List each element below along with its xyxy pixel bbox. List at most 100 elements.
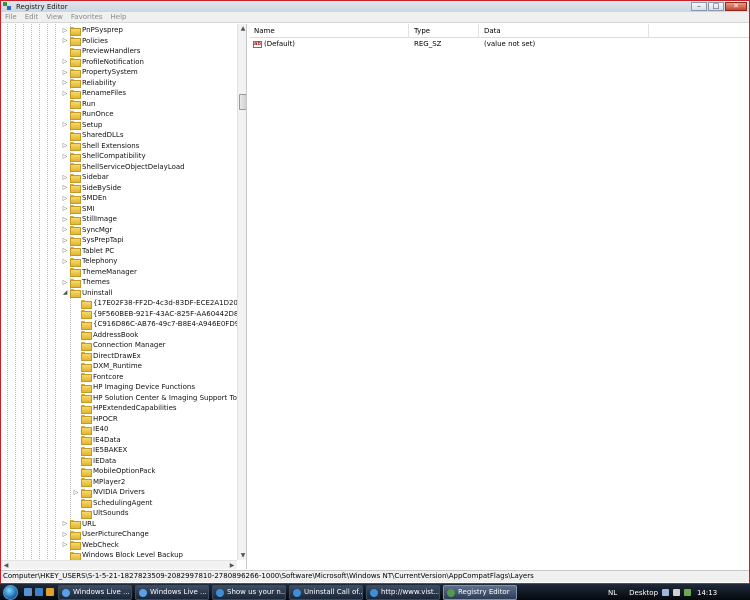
tree-item[interactable]: MobileOptionPack [73, 466, 155, 477]
show-desktop-icon[interactable] [24, 588, 32, 596]
tree-item[interactable]: ▷ ProfileNotification [62, 57, 144, 68]
expand-arrow-icon[interactable]: ▷ [62, 69, 68, 76]
expand-arrow-icon[interactable]: ▷ [73, 489, 79, 496]
expand-arrow-icon[interactable]: ▷ [62, 142, 68, 149]
tree-item[interactable]: IEData [73, 456, 116, 467]
tree-item[interactable]: UltSounds [73, 508, 129, 519]
tree-item[interactable]: ▷ URL [62, 519, 96, 530]
tree-item[interactable]: ▷ Themes [62, 277, 110, 288]
tree-item[interactable]: ▷ StillImage [62, 214, 117, 225]
tree-item[interactable]: {9F560BEB-921F-43AC-825F-AA60442D8DE4} [73, 309, 246, 320]
column-data[interactable]: Data [479, 24, 649, 38]
language-indicator[interactable]: NL [608, 589, 617, 597]
value-row[interactable]: ab (Default) REG_SZ (value not set) [249, 39, 749, 50]
expand-arrow-icon[interactable] [62, 48, 68, 55]
expand-arrow-icon[interactable]: ▷ [62, 184, 68, 191]
expand-arrow-icon[interactable]: ▷ [62, 258, 68, 265]
expand-arrow-icon[interactable]: ▷ [62, 121, 68, 128]
expand-arrow-icon[interactable]: ▷ [62, 531, 68, 538]
tree-item[interactable]: ▷ Tablet PC [62, 246, 114, 257]
expand-arrow-icon[interactable]: ▷ [62, 237, 68, 244]
expand-arrow-icon[interactable]: ▷ [62, 520, 68, 527]
tree-item[interactable]: Connection Manager [73, 340, 166, 351]
expand-arrow-icon[interactable] [73, 373, 79, 380]
taskbar-button[interactable]: Windows Live ... [58, 585, 132, 600]
expand-arrow-icon[interactable]: ▷ [62, 90, 68, 97]
expand-arrow-icon[interactable]: ◢ [62, 289, 68, 296]
tree-item[interactable]: ▷ Sidebar [62, 172, 109, 183]
taskbar-button[interactable]: Windows Live ... [135, 585, 209, 600]
values-pane[interactable]: Name Type Data ab (Default) REG_SZ (valu… [249, 24, 749, 569]
tree-item[interactable]: Windows Block Level Backup [62, 550, 183, 561]
expand-arrow-icon[interactable]: ▷ [62, 195, 68, 202]
column-name[interactable]: Name [249, 24, 409, 38]
expand-arrow-icon[interactable] [62, 552, 68, 559]
tree-horizontal-scrollbar[interactable]: ◀ ▶ [1, 560, 237, 569]
tree-item[interactable]: ▷ SysPrepTapi [62, 235, 124, 246]
tree-item[interactable]: ▷ PropertySystem [62, 67, 138, 78]
tree-item[interactable]: ▷ Reliability [62, 78, 116, 89]
minimize-button[interactable]: – [691, 2, 707, 11]
tree-item[interactable]: ◢ Uninstall [62, 288, 113, 299]
expand-arrow-icon[interactable]: ▷ [62, 247, 68, 254]
tree-item[interactable]: ▷ NVIDIA Drivers [73, 487, 145, 498]
expand-arrow-icon[interactable] [73, 342, 79, 349]
tree-item[interactable]: ShellServiceObjectDelayLoad [62, 162, 185, 173]
expand-arrow-icon[interactable]: ▷ [62, 216, 68, 223]
tree-item[interactable]: ▷ PnPSysprep [62, 25, 123, 36]
expand-arrow-icon[interactable] [62, 111, 68, 118]
scroll-right-arrow[interactable]: ▶ [227, 561, 237, 569]
expand-arrow-icon[interactable] [73, 468, 79, 475]
tree-item[interactable]: ▷ Telephony [62, 256, 117, 267]
expand-arrow-icon[interactable]: ▷ [62, 27, 68, 34]
expand-arrow-icon[interactable] [62, 268, 68, 275]
scroll-down-arrow[interactable]: ▼ [238, 551, 246, 560]
expand-arrow-icon[interactable]: ▷ [62, 205, 68, 212]
expand-arrow-icon[interactable]: ▷ [62, 279, 68, 286]
menu-help[interactable]: Help [107, 13, 131, 21]
expand-arrow-icon[interactable] [73, 394, 79, 401]
expand-arrow-icon[interactable] [62, 163, 68, 170]
tree-item[interactable]: MPlayer2 [73, 477, 125, 488]
scroll-thumb[interactable] [239, 94, 246, 110]
tree-item[interactable]: IE5BAKEX [73, 445, 127, 456]
tree-item[interactable]: ▷ SyncMgr [62, 225, 112, 236]
browser-icon[interactable] [35, 588, 43, 596]
expand-arrow-icon[interactable]: ▷ [62, 226, 68, 233]
tree-item[interactable]: ▷ WebCheck [62, 540, 119, 551]
tree-item[interactable]: DXM_Runtime [73, 361, 142, 372]
tree-item[interactable]: ▷ Shell Extensions [62, 141, 139, 152]
tree-item[interactable]: ▷ SideBySide [62, 183, 121, 194]
expand-arrow-icon[interactable] [73, 499, 79, 506]
expand-arrow-icon[interactable] [73, 321, 79, 328]
expand-arrow-icon[interactable]: ▷ [62, 37, 68, 44]
expand-arrow-icon[interactable] [73, 310, 79, 317]
close-button[interactable]: ✕ [725, 2, 747, 11]
clock[interactable]: 14:13 [697, 589, 717, 597]
tree-item[interactable]: RunOnce [62, 109, 114, 120]
tree-item[interactable]: ▷ Setup [62, 120, 102, 131]
security-icon[interactable] [684, 589, 692, 596]
tree-item[interactable]: IE4Data [73, 435, 121, 446]
tree-item[interactable]: ▷ RenameFiles [62, 88, 126, 99]
volume-icon[interactable] [673, 589, 681, 596]
expand-arrow-icon[interactable] [73, 415, 79, 422]
tree-item[interactable]: SchedulingAgent [73, 498, 152, 509]
taskbar-button[interactable]: Uninstall Call of... [289, 585, 363, 600]
expand-arrow-icon[interactable]: ▷ [62, 79, 68, 86]
tree-item[interactable]: ▷ SMI [62, 204, 95, 215]
expand-arrow-icon[interactable] [73, 363, 79, 370]
expand-arrow-icon[interactable] [73, 447, 79, 454]
expand-arrow-icon[interactable] [73, 331, 79, 338]
start-button[interactable] [3, 585, 18, 600]
expand-arrow-icon[interactable]: ▷ [62, 541, 68, 548]
taskbar-button[interactable]: Show us your n... [212, 585, 286, 600]
tree-item[interactable]: PreviewHandlers [62, 46, 140, 57]
folder-icon[interactable] [46, 588, 54, 596]
tree-item[interactable]: HPExtendedCapabilities [73, 403, 177, 414]
taskbar-button[interactable]: http://www.vist... [366, 585, 440, 600]
tree-item[interactable]: SharedDLLs [62, 130, 123, 141]
expand-arrow-icon[interactable] [73, 300, 79, 307]
expand-arrow-icon[interactable] [62, 132, 68, 139]
expand-arrow-icon[interactable] [73, 405, 79, 412]
